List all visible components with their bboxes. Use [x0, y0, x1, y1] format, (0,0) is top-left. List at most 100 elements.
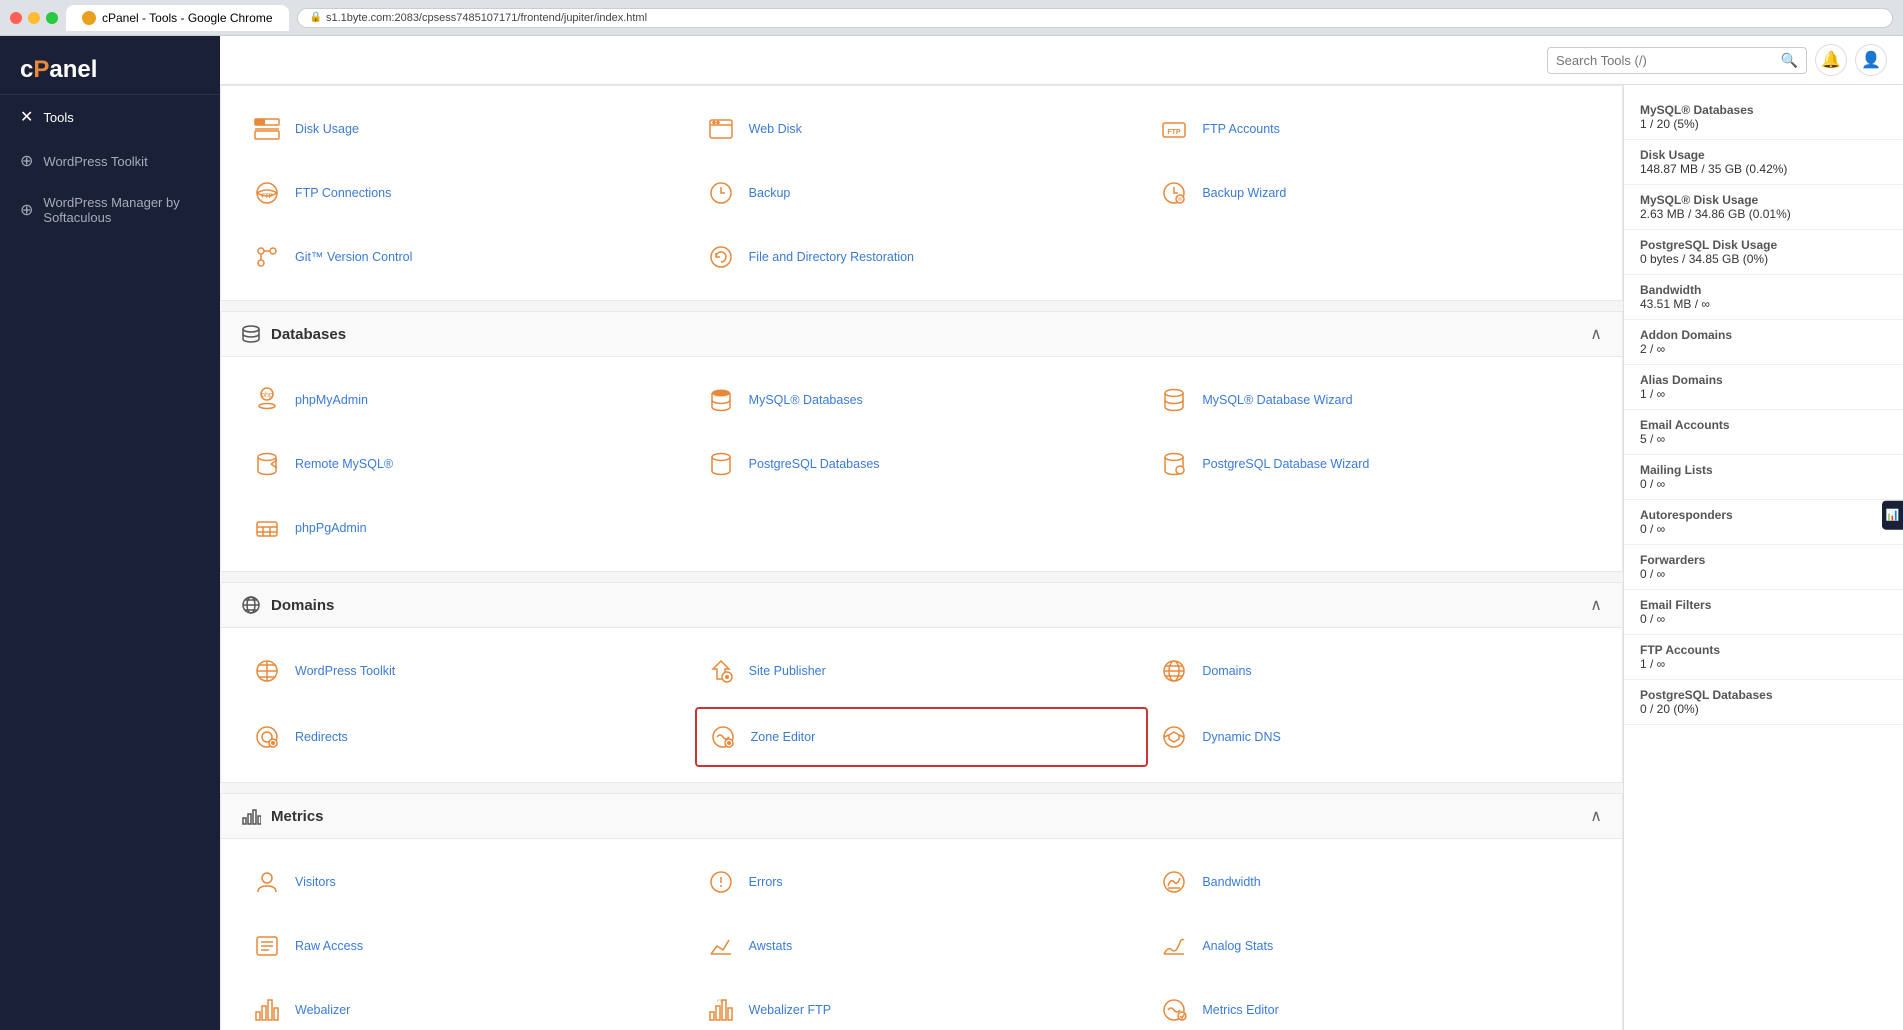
zone-editor-icon	[705, 719, 741, 755]
sidebar-item-tools-label: Tools	[43, 110, 73, 125]
metrics-tools-grid: Visitors Errors	[241, 854, 1602, 1030]
tool-redirects[interactable]: Redirects	[241, 707, 695, 767]
stat-label-addon-domains: Addon Domains	[1640, 328, 1887, 342]
maximize-window-button[interactable]	[46, 12, 58, 24]
tool-errors[interactable]: Errors	[695, 854, 1149, 910]
tool-mysql-database-wizard[interactable]: MySQL® Database Wizard	[1148, 372, 1602, 428]
tool-dynamic-dns[interactable]: Dynamic DNS	[1148, 707, 1602, 767]
wordpress-toolkit-icon: ⊕	[20, 151, 33, 171]
tool-visitors[interactable]: Visitors	[241, 854, 695, 910]
stat-value-disk-usage: 148.87 MB / 35 GB (0.42%)	[1640, 162, 1887, 176]
tool-file-restore[interactable]: File and Directory Restoration	[695, 229, 1149, 285]
ftp-connections-icon: FTP	[249, 175, 285, 211]
tool-raw-access[interactable]: Raw Access	[241, 918, 695, 974]
tool-backup-wizard-label: Backup Wizard	[1202, 186, 1286, 200]
tool-webalizer-ftp-label: Webalizer FTP	[749, 1003, 831, 1017]
metrics-icon	[241, 806, 261, 826]
search-input[interactable]	[1556, 53, 1781, 68]
tool-webalizer-ftp[interactable]: FTP Webalizer FTP	[695, 982, 1149, 1030]
tool-webalizer[interactable]: Webalizer	[241, 982, 695, 1030]
errors-icon	[703, 864, 739, 900]
ftp-accounts-icon: FTP	[1156, 111, 1192, 147]
stat-label-postgresql-databases: PostgreSQL Databases	[1640, 688, 1887, 702]
tool-git-label: Git™ Version Control	[295, 250, 412, 264]
tool-backup-wizard[interactable]: W Backup Wizard	[1148, 165, 1602, 221]
stat-value-email-accounts: 5 / ∞	[1640, 432, 1887, 446]
svg-text:FTP: FTP	[1168, 129, 1182, 136]
tool-git[interactable]: Git™ Version Control	[241, 229, 695, 285]
tool-phppgadmin[interactable]: phpPgAdmin	[241, 500, 695, 556]
url-bar[interactable]: 🔒 s1.1byte.com:2083/cpsess7485107171/fro…	[297, 8, 1893, 28]
tool-metrics-editor[interactable]: Metrics Editor	[1148, 982, 1602, 1030]
metrics-header[interactable]: Metrics ∧	[221, 794, 1622, 839]
sidebar-item-wordpress-toolkit[interactable]: ⊕ WordPress Toolkit	[0, 139, 220, 183]
tool-web-disk[interactable]: Web Disk	[695, 101, 1149, 157]
domains-label: Domains	[271, 597, 334, 614]
domains-header[interactable]: Domains ∧	[221, 583, 1622, 628]
stat-item-addon-domains: Addon Domains 2 / ∞	[1624, 320, 1903, 365]
stats-widget-button[interactable]: 📊	[1882, 500, 1903, 529]
sidebar-item-wordpress-manager[interactable]: ⊕ WordPress Manager by Softaculous	[0, 183, 220, 237]
stat-item-email-accounts: Email Accounts 5 / ∞	[1624, 410, 1903, 455]
section-metrics: Metrics ∧	[220, 793, 1623, 1030]
app: cPanel ✕ Tools ⊕ WordPress Toolkit ⊕ Wor…	[0, 36, 1903, 1030]
minimize-window-button[interactable]	[28, 12, 40, 24]
stat-item-bandwidth: Bandwidth 43.51 MB / ∞	[1624, 275, 1903, 320]
tool-ftp-connections[interactable]: FTP FTP Connections	[241, 165, 695, 221]
tool-site-publisher[interactable]: Site Publisher	[695, 643, 1149, 699]
databases-header[interactable]: Databases ∧	[221, 312, 1622, 357]
tool-bandwidth[interactable]: Bandwidth	[1148, 854, 1602, 910]
close-window-button[interactable]	[10, 12, 22, 24]
remote-mysql-icon	[249, 446, 285, 482]
tool-analog-stats[interactable]: Analog Stats	[1148, 918, 1602, 974]
analog-stats-icon	[1156, 928, 1192, 964]
sidebar-item-wordpress-manager-label: WordPress Manager by Softaculous	[43, 195, 200, 225]
postgresql-databases-icon	[703, 446, 739, 482]
tool-domains-label: Domains	[1202, 664, 1251, 678]
sidebar-item-tools[interactable]: ✕ Tools	[0, 95, 220, 139]
stat-label-alias-domains: Alias Domains	[1640, 373, 1887, 387]
tool-analog-stats-label: Analog Stats	[1202, 939, 1273, 953]
databases-label: Databases	[271, 326, 346, 343]
tool-postgresql-databases[interactable]: PostgreSQL Databases	[695, 436, 1149, 492]
stat-value-forwarders: 0 / ∞	[1640, 567, 1887, 581]
tool-phpmyadmin[interactable]: php phpMyAdmin	[241, 372, 695, 428]
search-icon[interactable]: 🔍	[1781, 52, 1798, 69]
visitors-icon	[249, 864, 285, 900]
stat-item-autoresponders: Autoresponders 0 / ∞	[1624, 500, 1903, 545]
tool-disk-usage-label: Disk Usage	[295, 122, 359, 136]
sidebar-item-wordpress-toolkit-label: WordPress Toolkit	[43, 154, 147, 169]
tool-domains[interactable]: Domains	[1148, 643, 1602, 699]
tool-ftp-accounts[interactable]: FTP FTP Accounts	[1148, 101, 1602, 157]
tool-wordpress-toolkit-d[interactable]: WordPress Toolkit	[241, 643, 695, 699]
stat-label-email-filters: Email Filters	[1640, 598, 1887, 612]
stat-label-forwarders: Forwarders	[1640, 553, 1887, 567]
tool-disk-usage[interactable]: Disk Usage	[241, 101, 695, 157]
tool-postgresql-database-wizard[interactable]: PostgreSQL Database Wizard	[1148, 436, 1602, 492]
backup-wizard-icon: W	[1156, 175, 1192, 211]
awstats-icon	[703, 928, 739, 964]
stat-value-postgresql-databases: 0 / 20 (0%)	[1640, 702, 1887, 716]
stat-value-alias-domains: 1 / ∞	[1640, 387, 1887, 401]
lock-icon: 🔒	[310, 12, 322, 23]
browser-tab[interactable]: cPanel - Tools - Google Chrome	[66, 5, 289, 31]
tool-visitors-label: Visitors	[295, 875, 336, 889]
stat-label-disk-usage: Disk Usage	[1640, 148, 1887, 162]
tool-zone-editor[interactable]: Zone Editor	[695, 707, 1149, 767]
tool-awstats[interactable]: Awstats	[695, 918, 1149, 974]
tool-awstats-label: Awstats	[749, 939, 793, 953]
tool-redirects-label: Redirects	[295, 730, 348, 744]
stat-value-mysql-databases: 1 / 20 (5%)	[1640, 117, 1887, 131]
site-publisher-icon	[703, 653, 739, 689]
notifications-button[interactable]: 🔔	[1815, 44, 1847, 76]
stat-value-addon-domains: 2 / ∞	[1640, 342, 1887, 356]
tool-backup[interactable]: Backup	[695, 165, 1149, 221]
wordpress-manager-icon: ⊕	[20, 200, 33, 220]
search-box[interactable]: 🔍	[1547, 47, 1807, 74]
metrics-editor-icon	[1156, 992, 1192, 1028]
user-menu-button[interactable]: 👤	[1855, 44, 1887, 76]
tool-remote-mysql[interactable]: Remote MySQL®	[241, 436, 695, 492]
mysql-databases-icon	[703, 382, 739, 418]
tool-mysql-databases[interactable]: MySQL® Databases	[695, 372, 1149, 428]
redirects-icon	[249, 719, 285, 755]
